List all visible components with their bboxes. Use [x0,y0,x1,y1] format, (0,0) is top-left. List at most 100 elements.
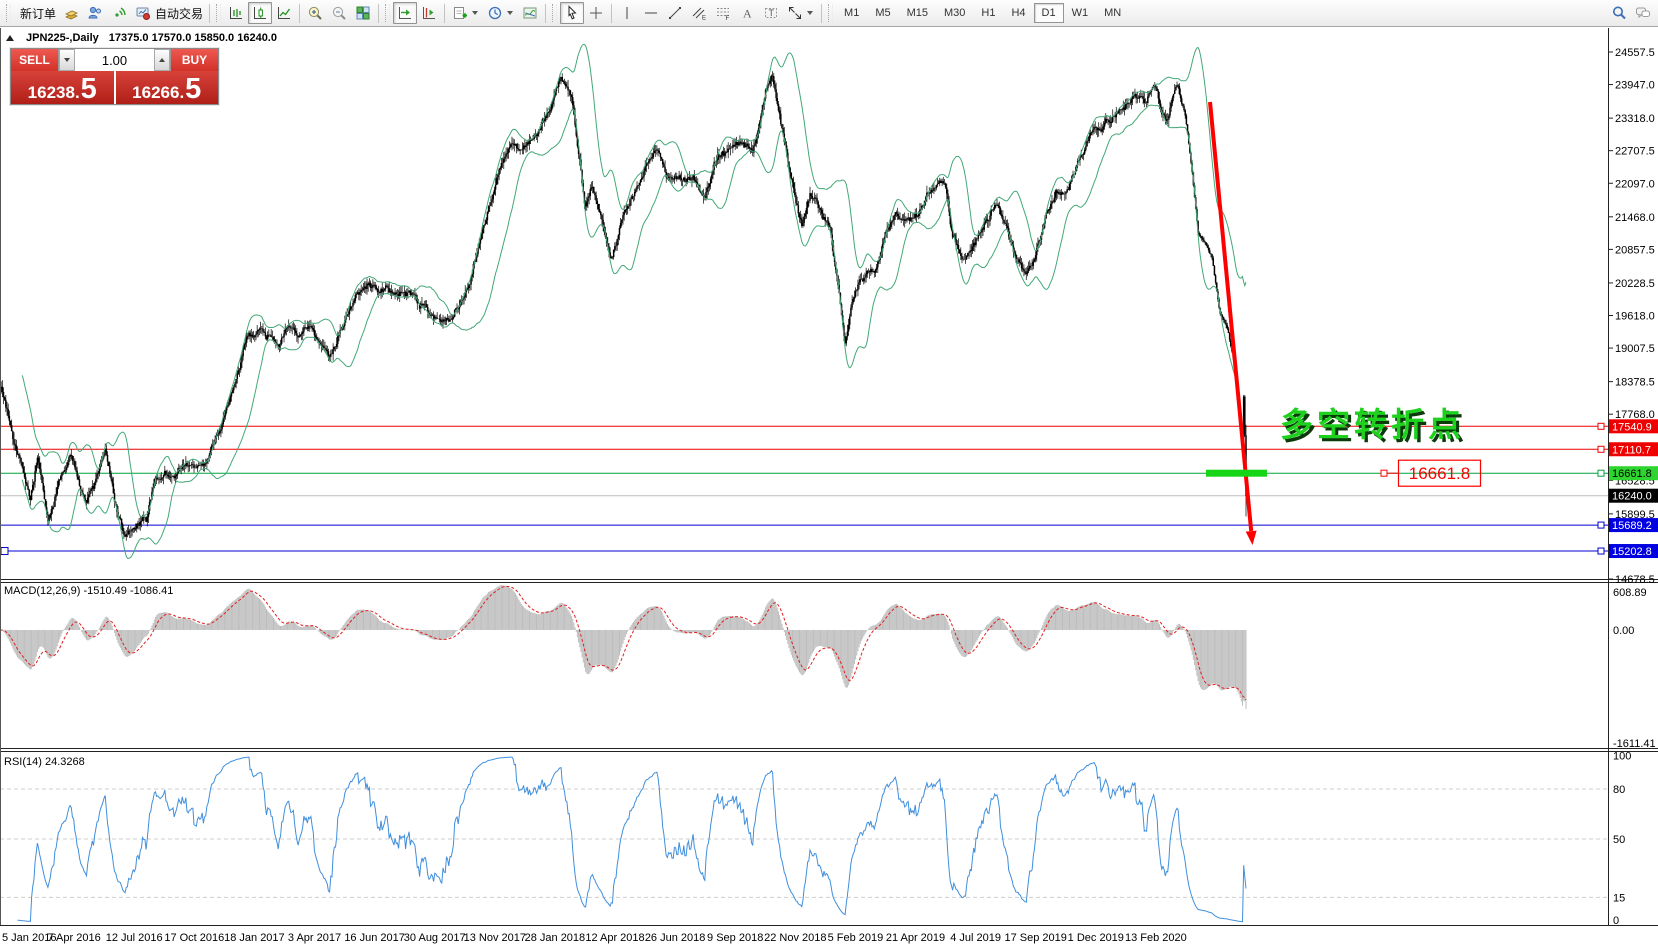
svg-text:T: T [769,8,775,18]
tab-timeframe-d1[interactable]: D1 [1034,3,1064,23]
sell-price[interactable]: 16238. 5 [11,71,114,104]
toolbar-separator [545,4,546,23]
search-button[interactable] [1607,2,1631,24]
tab-timeframe-h4[interactable]: H4 [1003,3,1033,23]
toolbar-separator [378,4,379,23]
chart-canvas[interactable]: 16661.8多空转折点多空转折点24557.523947.023318.022… [0,0,1658,949]
svg-text:23318.0: 23318.0 [1615,113,1655,125]
chart-header: JPN225-,Daily 17375.0 17570.0 15850.0 16… [6,32,277,44]
new-order-button[interactable]: 新订单 [14,2,59,24]
trendline-button[interactable] [663,2,687,24]
tab-timeframe-m15[interactable]: M15 [899,3,936,23]
turning-point-annotation[interactable]: 多空转折点多空转折点 [1280,406,1468,446]
svg-text:18 Jan 2017: 18 Jan 2017 [224,932,285,944]
cursor-button[interactable] [560,2,584,24]
dropdown-caret-icon [472,11,478,15]
svg-text:22 Nov 2018: 22 Nov 2018 [764,932,826,944]
vertical-line-button[interactable] [615,2,639,24]
symbol-title: JPN225-,Daily [26,32,99,44]
autotrading-icon [134,4,152,22]
crosshair-icon [587,4,605,22]
tab-timeframe-mn[interactable]: MN [1096,3,1129,23]
zoom-in-button[interactable] [303,2,327,24]
main-toolbar: 新订单 自动交易 E F A T M1 M5 M15 M30 H1 H4 D1 … [0,0,1658,27]
profiles-button[interactable] [83,2,107,24]
svg-text:12 Apr 2018: 12 Apr 2018 [585,932,644,944]
candlestick-chart-icon [251,4,269,22]
one-click-trading-panel: SELL 1.00 BUY 16238. 5 16266. 5 [10,48,219,105]
svg-text:16661.8: 16661.8 [1612,468,1652,480]
toolbar-grip [828,4,833,22]
tile-windows-button[interactable] [351,2,375,24]
svg-text:100: 100 [1613,751,1631,763]
tab-timeframe-m30[interactable]: M30 [936,3,973,23]
fibonacci-button[interactable]: F [711,2,735,24]
signals-button[interactable] [107,2,131,24]
svg-text:50: 50 [1613,834,1625,846]
collapse-icon[interactable] [6,35,14,41]
add-indicator-button[interactable] [448,2,483,24]
svg-text:4 Jul 2019: 4 Jul 2019 [950,932,1001,944]
highlight-bar[interactable] [1206,470,1267,477]
profiles-icon [86,4,104,22]
svg-text:608.89: 608.89 [1613,587,1647,599]
add-indicator-icon [451,4,469,22]
chat-icon [1634,4,1652,22]
auto-scroll-button[interactable] [393,2,417,24]
zoom-out-button[interactable] [327,2,351,24]
toolbar-separator [821,4,822,23]
text-icon: A [738,4,756,22]
bar-chart-icon [227,4,245,22]
buy-price[interactable]: 16266. 5 [114,71,219,104]
macd-label: MACD(12,26,9) -1510.49 -1086.41 [4,585,173,597]
svg-text:14678.5: 14678.5 [1615,574,1655,586]
svg-text:7 Apr 2016: 7 Apr 2016 [47,932,100,944]
periods-button[interactable] [483,2,518,24]
volume-increase-button[interactable] [154,49,170,71]
chat-button[interactable] [1631,2,1655,24]
gold-page-icon-button[interactable] [59,2,83,24]
toolbar-separator [299,4,300,23]
chart-window: 16661.8多空转折点多空转折点24557.523947.023318.022… [0,0,1658,949]
tab-timeframe-h1[interactable]: H1 [973,3,1003,23]
sell-button[interactable]: SELL [11,49,58,71]
equidistant-channel-button[interactable]: E [687,2,711,24]
svg-text:19618.0: 19618.0 [1615,311,1655,323]
crosshair-button[interactable] [584,2,608,24]
date-axis[interactable]: 5 Jan 20167 Apr 201612 Jul 201617 Oct 20… [2,932,1187,944]
svg-text:20228.5: 20228.5 [1615,278,1655,290]
autotrading-button[interactable]: 自动交易 [131,2,206,24]
buy-button[interactable]: BUY [171,49,218,71]
svg-text:15202.8: 15202.8 [1612,546,1652,558]
tab-timeframe-m5[interactable]: M5 [867,3,898,23]
svg-text:22707.5: 22707.5 [1615,146,1655,158]
tab-timeframe-m1[interactable]: M1 [836,3,867,23]
text-button[interactable]: A [735,2,759,24]
template-button[interactable] [518,2,542,24]
svg-text:16 Jun 2017: 16 Jun 2017 [344,932,405,944]
svg-text:A: A [743,7,752,21]
dropdown-caret-icon [807,11,813,15]
line-chart-button[interactable] [272,2,296,24]
svg-text:17540.9: 17540.9 [1612,421,1652,433]
volume-input[interactable]: 1.00 [75,49,154,71]
candlestick-chart-button[interactable] [248,2,272,24]
svg-text:19007.5: 19007.5 [1615,343,1655,355]
svg-text:17 Sep 2019: 17 Sep 2019 [1005,932,1067,944]
chart-shift-button[interactable] [417,2,441,24]
volume-decrease-button[interactable] [59,49,75,71]
toolbar-separator [444,4,445,23]
svg-text:3 Apr 2017: 3 Apr 2017 [288,932,341,944]
svg-text:17110.7: 17110.7 [1612,444,1651,456]
svg-text:15: 15 [1613,892,1625,904]
svg-text:15689.2: 15689.2 [1612,520,1652,532]
arrows-button[interactable] [783,2,818,24]
horizontal-line-button[interactable] [639,2,663,24]
svg-text:26 Jun 2018: 26 Jun 2018 [645,932,706,944]
toolbar-separator [209,4,210,23]
bar-chart-button[interactable] [224,2,248,24]
tab-timeframe-w1[interactable]: W1 [1064,3,1097,23]
toolbar-separator [611,4,612,23]
dropdown-caret-icon [507,11,513,15]
text-label-button[interactable]: T [759,2,783,24]
